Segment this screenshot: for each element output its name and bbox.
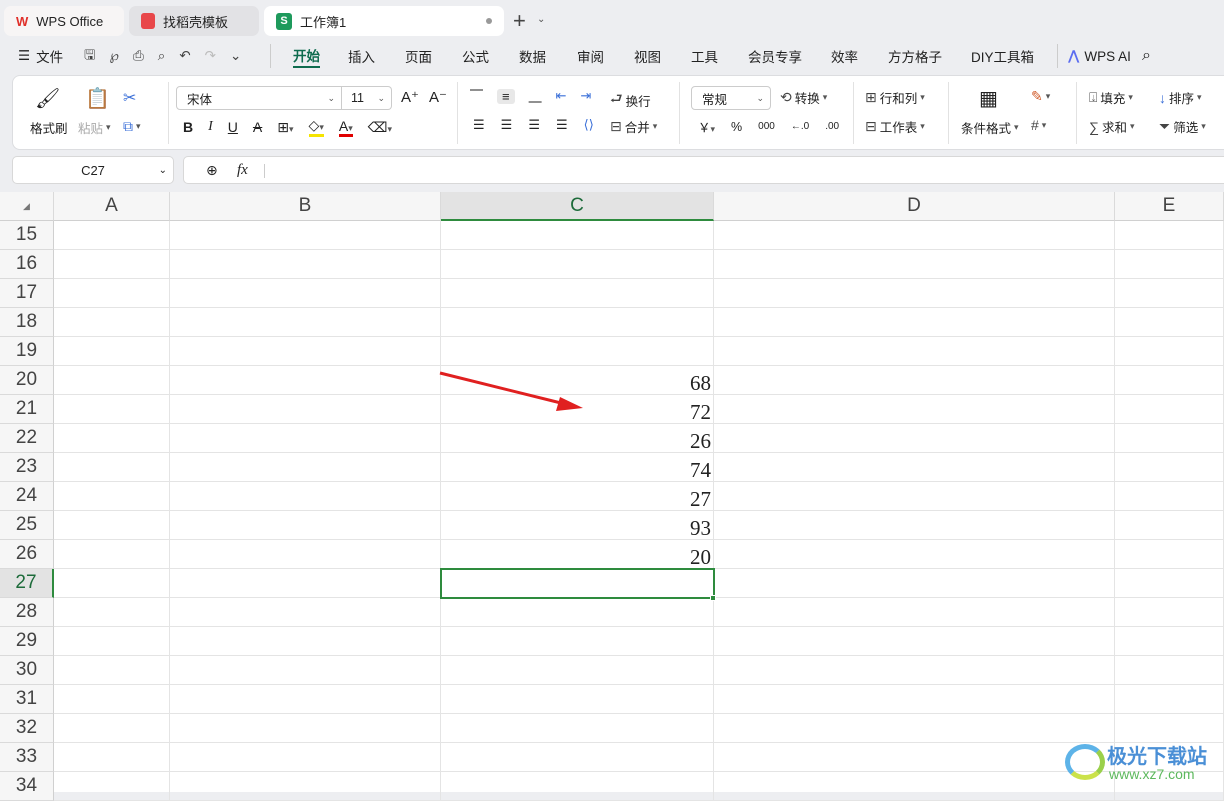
watermark-title: 极光下载站 bbox=[1107, 746, 1207, 768]
red-arrow-annotation bbox=[439, 371, 583, 411]
watermark-logo-icon bbox=[1065, 744, 1105, 780]
watermark: 极光下载站 www.xz7.com bbox=[1065, 738, 1224, 786]
watermark-url: www.xz7.com bbox=[1109, 766, 1195, 782]
